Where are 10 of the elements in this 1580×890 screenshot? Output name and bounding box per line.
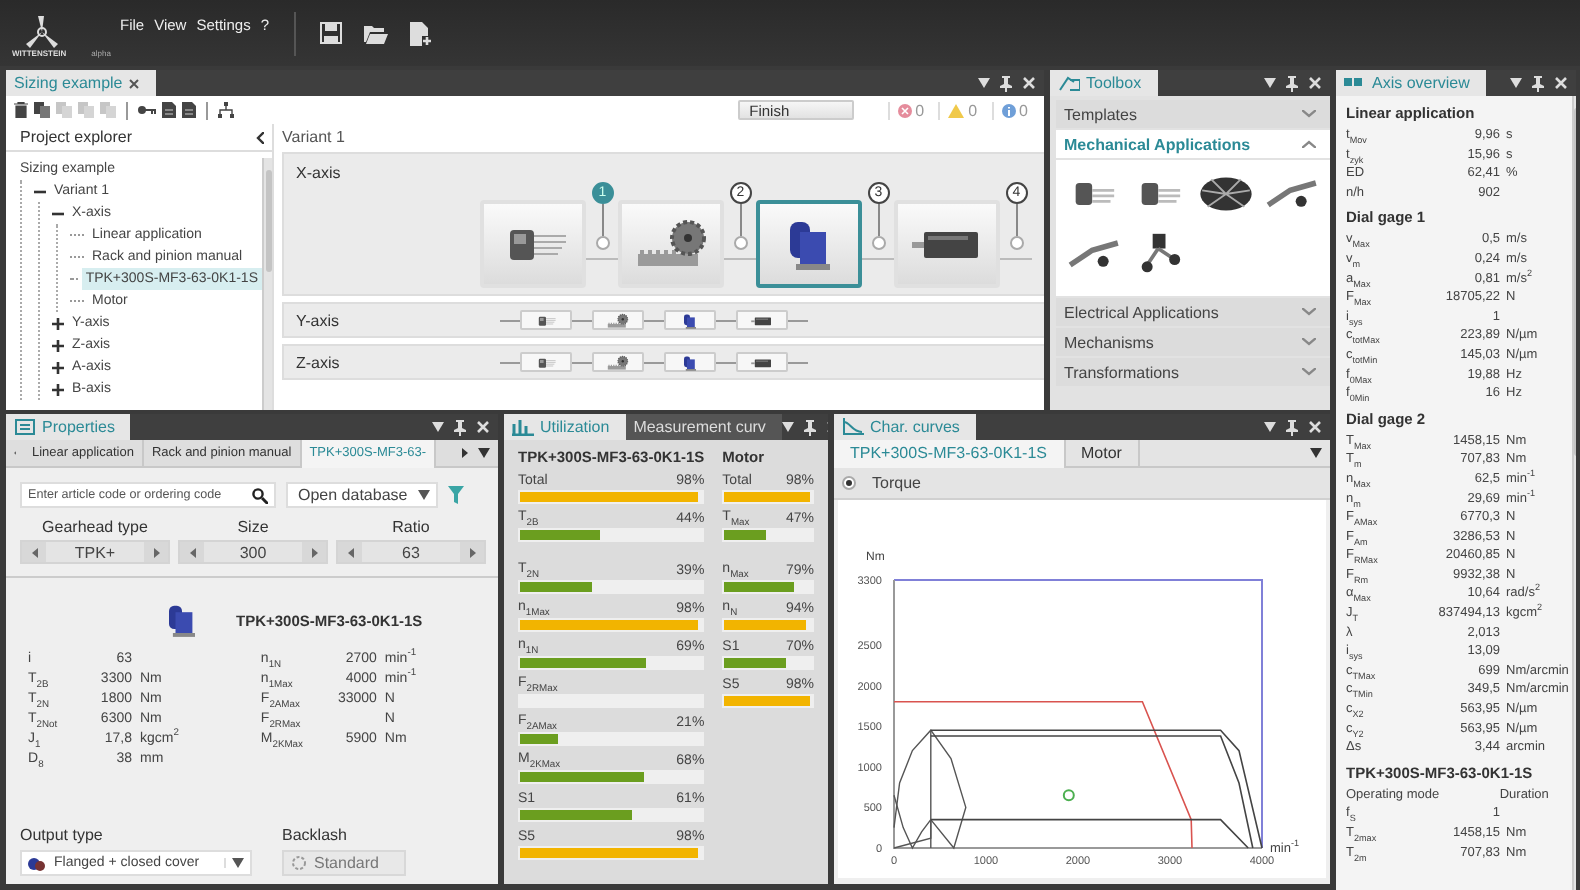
message-count: 0 [915, 101, 925, 119]
message-count: 0 [1019, 101, 1028, 119]
message-count: 0 [968, 101, 978, 119]
selector-label: Ratio [390, 518, 432, 536]
selector-label: Gearhead type [40, 518, 150, 536]
variant-label: Variant 1 [282, 128, 347, 146]
field-label: Backlash [282, 826, 349, 844]
field-label: Output type [20, 826, 105, 844]
selector-label: Size [235, 518, 271, 536]
panel-title: Project explorer [20, 128, 133, 146]
